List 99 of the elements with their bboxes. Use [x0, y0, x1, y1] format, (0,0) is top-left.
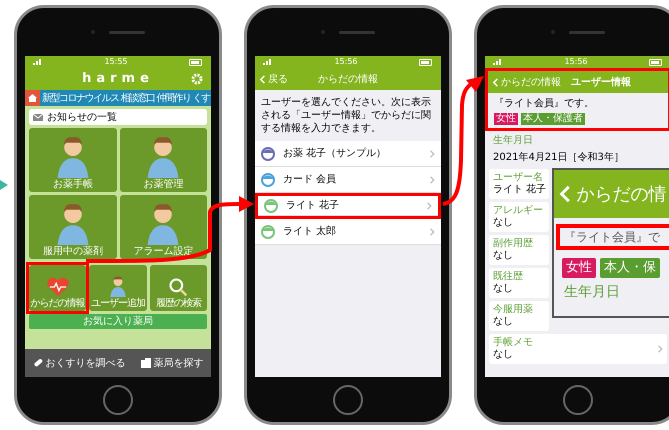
chevron-left-icon: [259, 74, 266, 84]
back-label: 戻る: [268, 72, 288, 86]
home-button[interactable]: [103, 384, 133, 414]
category-tab[interactable]: 相談窓口: [120, 90, 154, 106]
building-icon: [140, 358, 150, 368]
home-button[interactable]: [563, 384, 593, 414]
tile-label: お薬手帳: [52, 178, 93, 192]
member-text: 『ライト会員』です。: [494, 96, 594, 111]
chevron-right-icon: [426, 202, 432, 210]
chevron-left-icon: [558, 185, 572, 203]
field-label: ユーザー名: [493, 172, 543, 184]
mail-icon: [33, 114, 43, 120]
bottom-nav-item[interactable]: 薬局を探す: [154, 356, 204, 370]
info-card[interactable]: 今服用薬 なし: [489, 301, 549, 331]
signal-icon: [493, 59, 503, 65]
heart-pulse-icon: [46, 277, 70, 297]
menu-tile[interactable]: 履歴の検索: [150, 265, 207, 311]
category-tab[interactable]: 新型コロナウイルス: [42, 90, 118, 106]
info-card[interactable]: 手帳メモ なし: [489, 334, 667, 364]
home-icon: [28, 94, 37, 102]
tag: 本人・保護者: [521, 113, 585, 125]
user-name: ライト 太郎: [283, 224, 338, 239]
status-time: 15:56: [334, 58, 358, 66]
member-text: 『ライト会員』で: [564, 229, 660, 246]
speaker-icon: [339, 30, 375, 34]
signal-icon: [263, 59, 273, 65]
bottom-nav-item[interactable]: おくすりを調べる: [46, 356, 126, 370]
field-value: なし: [493, 316, 513, 328]
field-label: 今服用薬: [493, 304, 533, 316]
tag: 本人・保: [600, 258, 660, 278]
field-label: 生年月日: [493, 134, 533, 148]
speaker-icon: [569, 30, 605, 34]
field-label: アレルギー: [493, 205, 543, 217]
info-card[interactable]: ユーザー名 ライト 花子: [489, 169, 549, 199]
menu-tile[interactable]: 服用中の薬剤: [29, 195, 116, 259]
tag: 女性: [562, 258, 596, 278]
tile-label: からだの情報: [30, 297, 85, 311]
field-value: なし: [493, 250, 513, 262]
chevron-right-icon: [428, 150, 435, 158]
chevron-right-icon: [428, 228, 435, 236]
pill-icon: [32, 358, 42, 368]
tile-label: ユーザー追加: [90, 297, 145, 311]
menu-tile[interactable]: お薬管理: [120, 128, 207, 192]
pointer-arrow: [0, 180, 8, 190]
tile-label: アラーム設定: [133, 245, 194, 259]
chevron-right-icon: [428, 176, 435, 184]
field-value: なし: [493, 217, 513, 229]
field-label: 手帳メモ: [493, 337, 533, 349]
menu-tile[interactable]: ユーザー追加: [89, 265, 147, 311]
camera-icon: [321, 30, 325, 34]
tile-label: 履歴の検索: [156, 297, 201, 311]
status-time: 15:55: [104, 58, 128, 66]
field-label: 副作用歴: [493, 238, 533, 250]
signal-icon: [33, 59, 43, 65]
menu-tile[interactable]: からだの情報: [29, 265, 86, 311]
info-card[interactable]: 副作用歴 なし: [489, 235, 549, 265]
tile-label: 服用中の薬剤: [42, 245, 103, 259]
category-tab[interactable]: 仲間作り: [156, 90, 190, 106]
field-value: なし: [493, 349, 513, 361]
home-button[interactable]: [333, 384, 363, 414]
chevron-right-icon: [656, 345, 663, 353]
user-name: ライト 花子: [286, 198, 340, 213]
instruction-text: ユーザーを選んでください。次に表示される「ユーザー情報」でからだに関する情報を入力できます。: [260, 96, 432, 136]
menu-tile[interactable]: お薬手帳: [29, 128, 116, 192]
user-name: カード 会員: [283, 173, 338, 187]
battery-icon: [419, 58, 433, 66]
battery-icon: [189, 58, 203, 66]
field-value: なし: [493, 283, 513, 295]
user-row[interactable]: ライト 花子: [258, 196, 438, 216]
search-icon: [168, 277, 188, 297]
info-card[interactable]: 既往歴 なし: [489, 268, 549, 298]
status-time: 15:56: [564, 58, 588, 66]
screen-title: ユーザー情報: [571, 76, 632, 90]
notice-label: お知らせの一覧: [47, 110, 117, 124]
back-button[interactable]: からだの情報: [492, 74, 562, 90]
field-value: ライト 花子: [493, 184, 546, 196]
info-card[interactable]: アレルギー なし: [489, 202, 549, 232]
tag: 女性: [494, 113, 518, 125]
menu-tile[interactable]: アラーム設定: [120, 195, 207, 259]
battery-icon: [649, 58, 663, 66]
chevron-left-icon: [492, 78, 500, 86]
favorite-button[interactable]: お気に入り薬局: [29, 314, 207, 329]
field-label: 既往歴: [493, 271, 523, 283]
tile-label: お薬管理: [143, 178, 184, 192]
birth-date: 2021年4月21日［令和3年］: [493, 150, 624, 165]
inset-title: からだの情: [576, 182, 666, 206]
app-title: harme: [82, 70, 154, 88]
speaker-icon: [109, 30, 145, 34]
camera-icon: [91, 30, 95, 34]
notice-bar[interactable]: お知らせの一覧: [29, 109, 207, 125]
screen-title: からだの情報: [318, 72, 378, 86]
user-name: お薬 花子（サンプル）: [283, 146, 388, 161]
category-tab[interactable]: くす: [192, 90, 210, 106]
back-button[interactable]: 戻る: [259, 72, 288, 86]
settings-icon[interactable]: [191, 73, 203, 85]
camera-icon: [551, 30, 555, 34]
back-label: からだの情報: [501, 76, 562, 90]
home-tab[interactable]: [25, 90, 40, 106]
field-label: 生年月日: [563, 282, 621, 302]
